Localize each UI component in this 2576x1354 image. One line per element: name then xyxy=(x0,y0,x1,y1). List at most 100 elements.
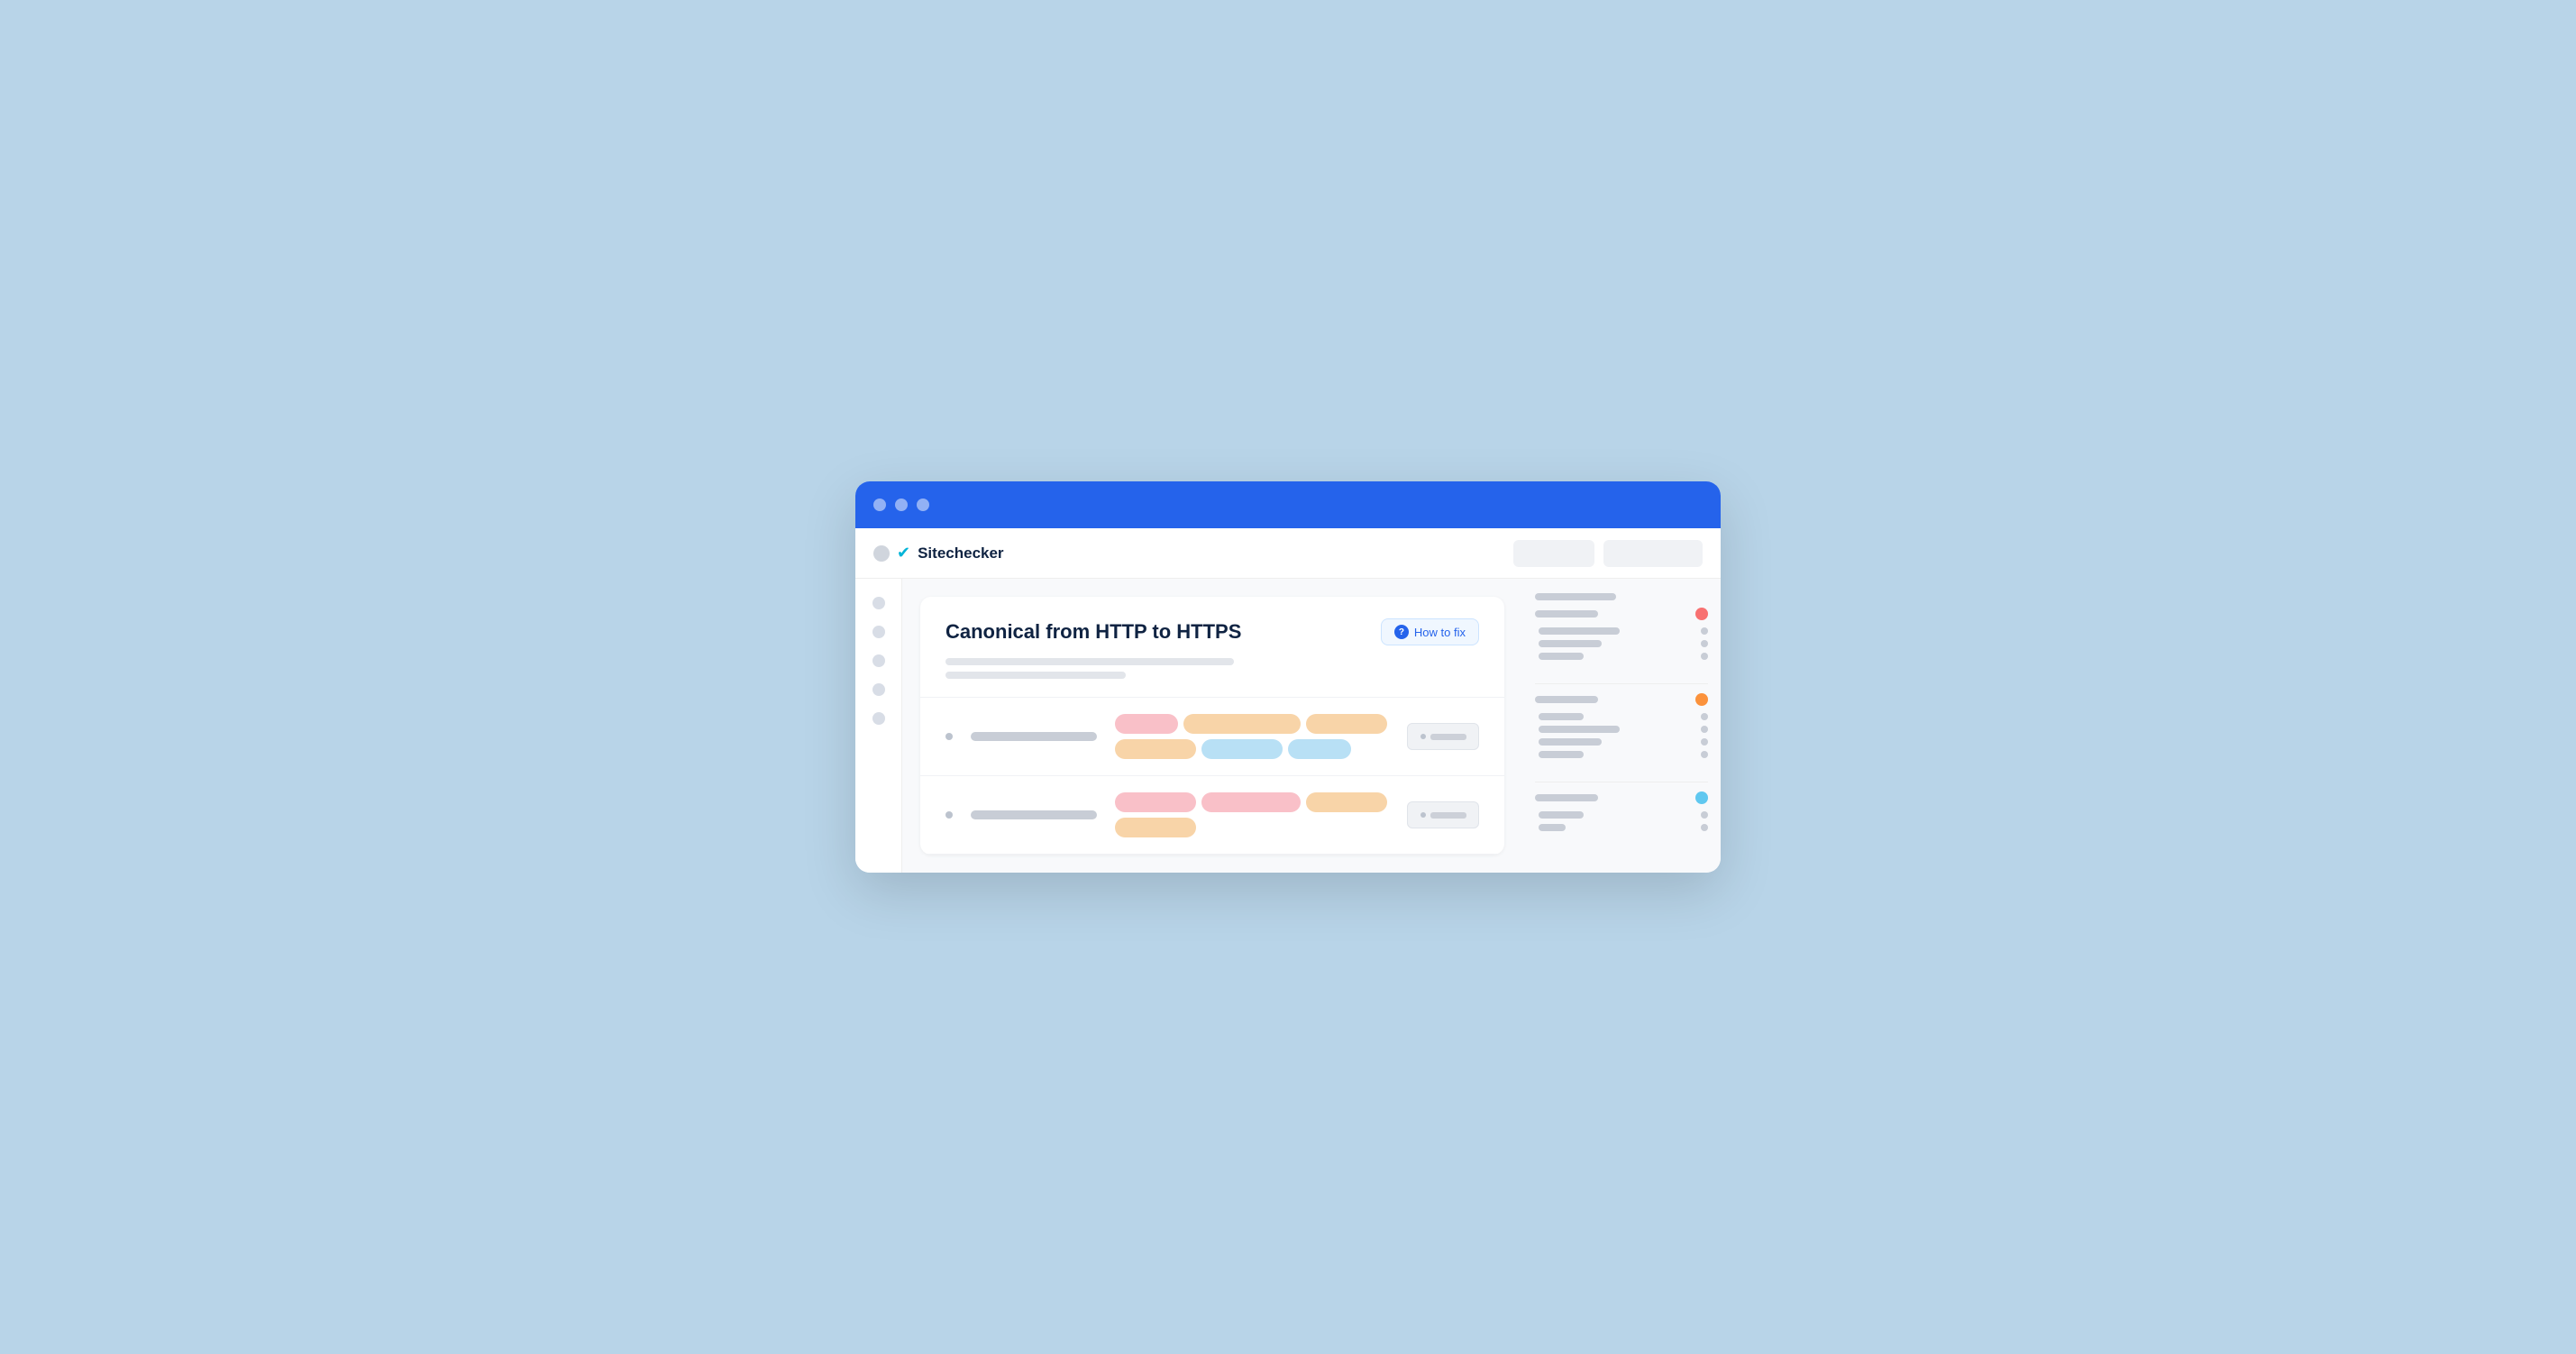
top-bar-buttons xyxy=(1513,540,1703,567)
traffic-light-3 xyxy=(917,499,929,511)
table-area xyxy=(920,698,1504,855)
tag-peach-xl xyxy=(1183,714,1301,734)
left-nav xyxy=(855,579,902,873)
right-sidebar xyxy=(1522,579,1721,873)
main-card: Canonical from HTTP to HTTPS ? How to fi… xyxy=(920,597,1504,855)
nav-dot-3[interactable] xyxy=(872,654,885,667)
card-title-row: Canonical from HTTP to HTTPS ? How to fi… xyxy=(945,618,1479,645)
how-to-fix-icon: ? xyxy=(1394,625,1409,639)
right-bar xyxy=(1535,794,1598,801)
top-button-2[interactable] xyxy=(1603,540,1703,567)
traffic-light-1 xyxy=(873,499,886,511)
action-btn-bar xyxy=(1430,734,1466,740)
action-btn-bar xyxy=(1430,812,1466,819)
tag-blue-md xyxy=(1201,739,1283,759)
logo-check-icon: ✔ xyxy=(897,544,910,563)
right-bar xyxy=(1539,726,1620,733)
right-sub-row xyxy=(1539,627,1708,635)
tag-pink-sm xyxy=(1115,714,1178,734)
table-row xyxy=(920,698,1504,776)
tag-peach-md-1 xyxy=(1306,714,1387,734)
right-row xyxy=(1535,693,1708,706)
right-sub-row xyxy=(1539,738,1708,746)
logo-circle xyxy=(873,545,890,562)
tag-blue-sm xyxy=(1288,739,1351,759)
right-row xyxy=(1535,593,1708,600)
subtitle-bar-1 xyxy=(945,658,1234,665)
action-btn-dot xyxy=(1420,734,1426,739)
browser-titlebar xyxy=(855,481,1721,528)
right-bar xyxy=(1539,751,1584,758)
right-section-3 xyxy=(1535,791,1708,831)
right-bar xyxy=(1539,824,1566,831)
card-title: Canonical from HTTP to HTTPS xyxy=(945,620,1241,644)
right-mini-dot xyxy=(1701,824,1708,831)
tag-peach-md-3 xyxy=(1306,792,1387,812)
right-bar xyxy=(1535,696,1598,703)
right-sub-row xyxy=(1539,811,1708,819)
card-subtitle xyxy=(945,658,1479,679)
right-sub-row xyxy=(1539,653,1708,660)
main-layout: Canonical from HTTP to HTTPS ? How to fi… xyxy=(902,579,1721,873)
tag-pink-lg xyxy=(1201,792,1301,812)
row-tags xyxy=(1115,792,1389,837)
right-dot-orange xyxy=(1695,693,1708,706)
row-tags xyxy=(1115,714,1389,759)
row-label xyxy=(971,732,1097,741)
how-to-fix-button[interactable]: ? How to fix xyxy=(1381,618,1479,645)
right-bar xyxy=(1539,653,1584,660)
right-mini-dot xyxy=(1701,627,1708,635)
row-bullet xyxy=(945,733,953,740)
row-label xyxy=(971,810,1097,819)
right-section-2 xyxy=(1535,693,1708,758)
right-bar xyxy=(1535,610,1598,618)
right-bar xyxy=(1539,640,1602,647)
nav-dot-4[interactable] xyxy=(872,683,885,696)
nav-dot-2[interactable] xyxy=(872,626,885,638)
browser-window: ✔ Sitechecker Canoni xyxy=(855,481,1721,873)
tag-peach-md-2 xyxy=(1115,739,1196,759)
right-dot-blue xyxy=(1695,791,1708,804)
right-dot-red xyxy=(1695,608,1708,620)
right-bar xyxy=(1539,738,1602,746)
right-bar xyxy=(1539,811,1584,819)
right-bar xyxy=(1535,593,1616,600)
card-header: Canonical from HTTP to HTTPS ? How to fi… xyxy=(920,597,1504,698)
right-mini-dot xyxy=(1701,640,1708,647)
right-sub-rows xyxy=(1539,811,1708,831)
browser-body: Canonical from HTTP to HTTPS ? How to fi… xyxy=(855,579,1721,873)
subtitle-bar-2 xyxy=(945,672,1126,679)
right-sub-rows xyxy=(1539,713,1708,758)
table-row xyxy=(920,776,1504,855)
right-mini-dot xyxy=(1701,751,1708,758)
right-section-1 xyxy=(1535,593,1708,660)
right-bar xyxy=(1539,627,1620,635)
content-area: Canonical from HTTP to HTTPS ? How to fi… xyxy=(902,579,1522,873)
nav-dot-5[interactable] xyxy=(872,712,885,725)
row-action-button[interactable] xyxy=(1407,723,1479,750)
right-sub-row xyxy=(1539,751,1708,758)
right-mini-dot xyxy=(1701,713,1708,720)
right-mini-dot xyxy=(1701,738,1708,746)
right-sub-row xyxy=(1539,726,1708,733)
tag-peach-md-4 xyxy=(1115,818,1196,837)
right-row xyxy=(1535,608,1708,620)
action-btn-dot xyxy=(1420,812,1426,818)
top-bar: ✔ Sitechecker xyxy=(855,528,1721,579)
right-sub-row xyxy=(1539,713,1708,720)
right-mini-dot xyxy=(1701,653,1708,660)
divider-1 xyxy=(1535,683,1708,684)
how-to-fix-label: How to fix xyxy=(1414,626,1466,639)
row-action-button[interactable] xyxy=(1407,801,1479,828)
right-mini-dot xyxy=(1701,726,1708,733)
right-mini-dot xyxy=(1701,811,1708,819)
right-bar xyxy=(1539,713,1584,720)
nav-dot-1[interactable] xyxy=(872,597,885,609)
right-sub-rows xyxy=(1539,627,1708,660)
right-sub-row xyxy=(1539,824,1708,831)
top-button-1[interactable] xyxy=(1513,540,1594,567)
tag-pink-md-1 xyxy=(1115,792,1196,812)
logo-text: Sitechecker xyxy=(918,544,1003,563)
right-sub-row xyxy=(1539,640,1708,647)
right-row xyxy=(1535,791,1708,804)
